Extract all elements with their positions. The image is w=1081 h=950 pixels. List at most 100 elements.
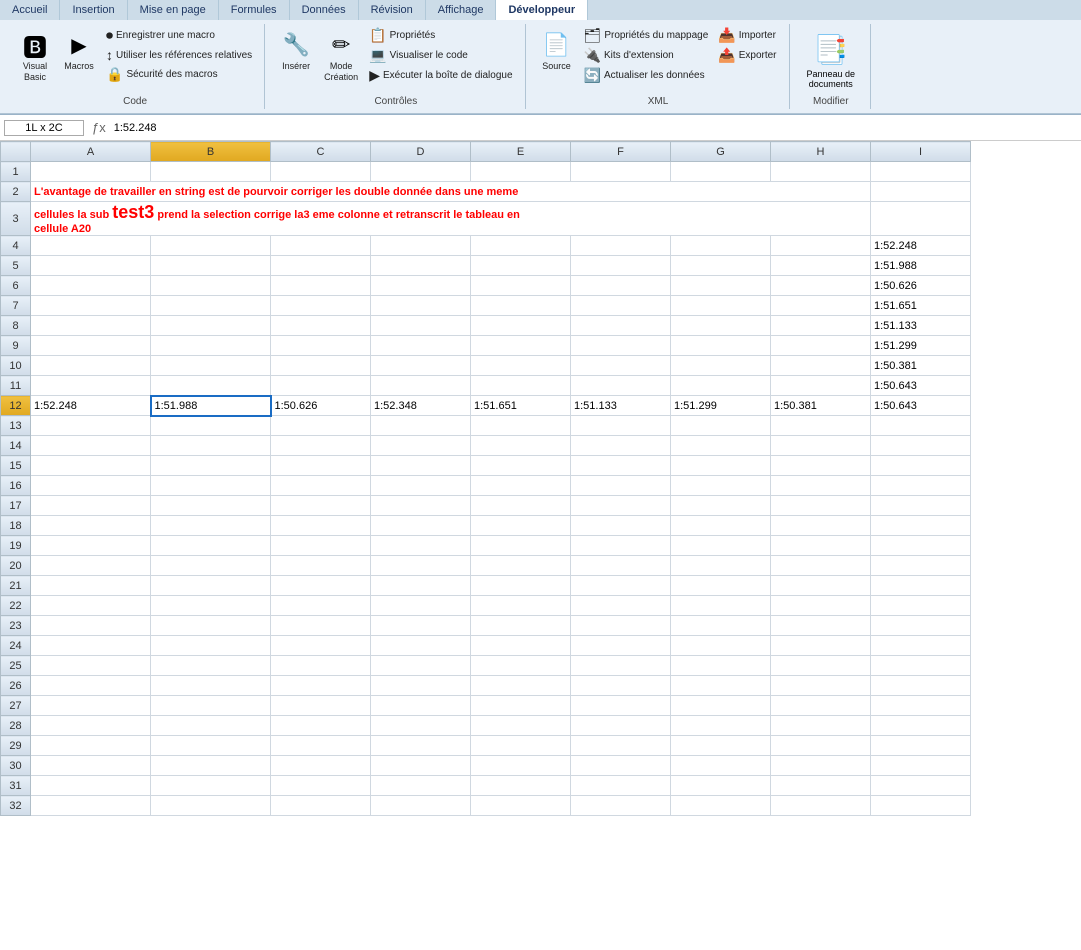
cell-b1[interactable] <box>151 162 271 182</box>
cell-a3-merged[interactable]: cellules la sub test3 prend la selection… <box>31 202 871 236</box>
cell-a7[interactable] <box>31 296 151 316</box>
col-header-h[interactable]: H <box>771 142 871 162</box>
tab-insertion[interactable]: Insertion <box>60 0 127 20</box>
cell-a4[interactable] <box>31 236 151 256</box>
securite-macros-button[interactable]: 🔒 Sécurité des macros <box>102 65 256 84</box>
col-header-a[interactable]: A <box>31 142 151 162</box>
cell-h6[interactable] <box>771 276 871 296</box>
executer-boite-button[interactable]: ▶ Exécuter la boîte de dialogue <box>365 66 516 85</box>
cell-g6[interactable] <box>671 276 771 296</box>
cell-c12[interactable]: 1:50.626 <box>271 396 371 416</box>
cell-e10[interactable] <box>471 356 571 376</box>
cell-i9[interactable]: 1:51.299 <box>871 336 971 356</box>
cell-f1[interactable] <box>571 162 671 182</box>
cell-i10[interactable]: 1:50.381 <box>871 356 971 376</box>
cell-c8[interactable] <box>271 316 371 336</box>
cell-g9[interactable] <box>671 336 771 356</box>
proprietes-button[interactable]: 📋 Propriétés <box>365 26 516 45</box>
cell-f5[interactable] <box>571 256 671 276</box>
cell-b4[interactable] <box>151 236 271 256</box>
cell-a10[interactable] <box>31 356 151 376</box>
cell-h9[interactable] <box>771 336 871 356</box>
cell-f7[interactable] <box>571 296 671 316</box>
cell-f12[interactable]: 1:51.133 <box>571 396 671 416</box>
cell-d1[interactable] <box>371 162 471 182</box>
cell-c9[interactable] <box>271 336 371 356</box>
cell-g8[interactable] <box>671 316 771 336</box>
mode-creation-button[interactable]: ✏ ModeCréation <box>319 26 363 86</box>
cell-e1[interactable] <box>471 162 571 182</box>
cell-b5[interactable] <box>151 256 271 276</box>
source-button[interactable]: 📄 Source <box>536 26 578 75</box>
cell-i3[interactable] <box>871 202 971 236</box>
visualiser-code-button[interactable]: 💻 Visualiser le code <box>365 46 516 65</box>
cell-d10[interactable] <box>371 356 471 376</box>
cell-i6[interactable]: 1:50.626 <box>871 276 971 296</box>
cell-g4[interactable] <box>671 236 771 256</box>
cell-h10[interactable] <box>771 356 871 376</box>
tab-accueil[interactable]: Accueil <box>0 0 60 20</box>
cell-f8[interactable] <box>571 316 671 336</box>
cell-h7[interactable] <box>771 296 871 316</box>
tab-revision[interactable]: Révision <box>359 0 426 20</box>
actualiser-donnees-button[interactable]: 🔄 Actualiser les données <box>580 66 713 85</box>
cell-g5[interactable] <box>671 256 771 276</box>
cell-h11[interactable] <box>771 376 871 396</box>
cell-i2[interactable] <box>871 182 971 202</box>
panneau-documents-button[interactable]: 📑 Panneau dedocuments <box>800 26 863 94</box>
cell-i5[interactable]: 1:51.988 <box>871 256 971 276</box>
tab-developpeur[interactable]: Développeur <box>496 0 588 20</box>
cell-h8[interactable] <box>771 316 871 336</box>
cell-i11[interactable]: 1:50.643 <box>871 376 971 396</box>
cell-i4[interactable]: 1:52.248 <box>871 236 971 256</box>
cell-a2-merged[interactable]: L'avantage de travailler en string est d… <box>31 182 871 202</box>
cell-i7[interactable]: 1:51.651 <box>871 296 971 316</box>
cell-d11[interactable] <box>371 376 471 396</box>
cell-i8[interactable]: 1:51.133 <box>871 316 971 336</box>
tab-formules[interactable]: Formules <box>219 0 290 20</box>
cell-d7[interactable] <box>371 296 471 316</box>
macros-button[interactable]: ▶ Macros <box>58 26 100 75</box>
tab-donnees[interactable]: Données <box>290 0 359 20</box>
cell-c11[interactable] <box>271 376 371 396</box>
cell-h5[interactable] <box>771 256 871 276</box>
references-relatives-button[interactable]: ↕ Utiliser les références relatives <box>102 46 256 64</box>
enregistrer-macro-button[interactable]: ⏺ Enregistrer une macro <box>102 26 256 45</box>
inserer-button[interactable]: 🔧 Insérer <box>275 26 317 75</box>
cell-f6[interactable] <box>571 276 671 296</box>
cell-g12[interactable]: 1:51.299 <box>671 396 771 416</box>
cell-d9[interactable] <box>371 336 471 356</box>
cell-c7[interactable] <box>271 296 371 316</box>
name-box[interactable] <box>4 120 84 136</box>
cell-e8[interactable] <box>471 316 571 336</box>
cell-a12[interactable]: 1:52.248 <box>31 396 151 416</box>
cell-c5[interactable] <box>271 256 371 276</box>
cell-a8[interactable] <box>31 316 151 336</box>
cell-g10[interactable] <box>671 356 771 376</box>
visual-basic-button[interactable]: 🅱 VisualBasic <box>14 26 56 86</box>
cell-a6[interactable] <box>31 276 151 296</box>
cell-e11[interactable] <box>471 376 571 396</box>
cell-f9[interactable] <box>571 336 671 356</box>
cell-b9[interactable] <box>151 336 271 356</box>
cell-b12[interactable]: 1:51.988 <box>151 396 271 416</box>
cell-e9[interactable] <box>471 336 571 356</box>
cell-c6[interactable] <box>271 276 371 296</box>
cell-d6[interactable] <box>371 276 471 296</box>
cell-c4[interactable] <box>271 236 371 256</box>
cell-c10[interactable] <box>271 356 371 376</box>
cell-e7[interactable] <box>471 296 571 316</box>
cell-d8[interactable] <box>371 316 471 336</box>
col-header-f[interactable]: F <box>571 142 671 162</box>
tab-affichage[interactable]: Affichage <box>426 0 497 20</box>
cell-i12[interactable]: 1:50.643 <box>871 396 971 416</box>
cell-d4[interactable] <box>371 236 471 256</box>
cell-e4[interactable] <box>471 236 571 256</box>
kits-extension-button[interactable]: 🔌 Kits d'extension <box>580 46 713 65</box>
tab-mise-en-page[interactable]: Mise en page <box>128 0 219 20</box>
cell-a11[interactable] <box>31 376 151 396</box>
cell-a9[interactable] <box>31 336 151 356</box>
cell-b10[interactable] <box>151 356 271 376</box>
cell-b8[interactable] <box>151 316 271 336</box>
importer-button[interactable]: 📥 Importer <box>714 26 780 45</box>
